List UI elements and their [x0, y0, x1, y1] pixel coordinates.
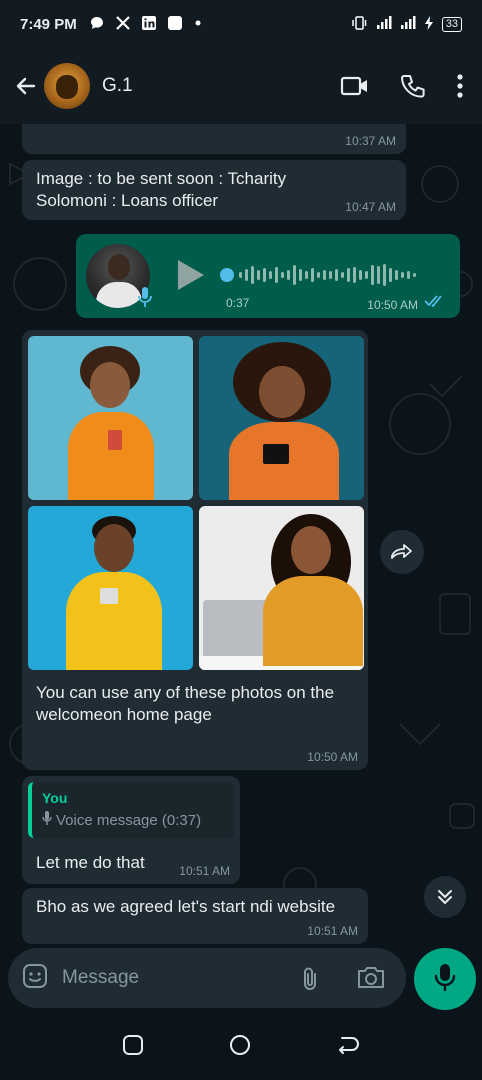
- scroll-down-icon[interactable]: [424, 876, 466, 918]
- message-text: Image : to be sent soon : Tcharity: [36, 169, 287, 188]
- message-field[interactable]: [8, 948, 406, 1008]
- message-time: 10:50 AM: [367, 298, 418, 312]
- sticker-icon[interactable]: [22, 963, 48, 994]
- x-logo-icon: [115, 15, 131, 34]
- mic-icon: [138, 286, 152, 313]
- voice-duration: 0:37: [226, 296, 250, 310]
- status-bar: 7:49 PM 33: [0, 0, 482, 48]
- more-vert-icon[interactable]: [456, 73, 464, 99]
- quote-author: You: [42, 790, 68, 806]
- system-status: 33: [350, 15, 462, 34]
- battery-level: 33: [441, 16, 462, 32]
- quoted-message[interactable]: You Voice message (0:37): [28, 782, 234, 838]
- message-input[interactable]: [62, 967, 272, 989]
- attach-icon[interactable]: [298, 966, 322, 997]
- mic-icon: [42, 810, 52, 830]
- dot-icon: [193, 15, 203, 34]
- message-bubble[interactable]: 10:37 AM: [22, 124, 406, 154]
- message-time: 10:50 AM: [307, 750, 358, 764]
- charging-icon: [424, 15, 434, 34]
- message-time: 10:47 AM: [345, 200, 396, 214]
- video-call-icon[interactable]: [340, 75, 370, 97]
- message-bubble[interactable]: Image : to be sent soon : Tcharity Solom…: [22, 160, 406, 220]
- system-nav-bar: [0, 1014, 482, 1080]
- status-time: 7:49 PM: [20, 15, 77, 33]
- photo-thumbnail[interactable]: [28, 506, 193, 670]
- photo-thumbnail[interactable]: [28, 336, 193, 500]
- forward-icon[interactable]: [380, 530, 424, 574]
- camera-icon[interactable]: [356, 964, 386, 995]
- read-receipt-icon: [424, 294, 446, 312]
- message-bubble[interactable]: Bho as we agreed let's start ndi website…: [22, 888, 368, 944]
- voice-record-button[interactable]: [414, 948, 476, 1010]
- photo-caption: You can use any of these photos on the: [36, 683, 335, 702]
- vibrate-icon: [350, 15, 368, 34]
- play-icon[interactable]: [178, 260, 204, 290]
- photo-thumbnail[interactable]: [199, 506, 364, 670]
- square-icon: [167, 15, 183, 34]
- compose-bar: [0, 948, 482, 1010]
- back-arrow-icon[interactable]: [12, 72, 40, 100]
- chat-header: G.1: [0, 48, 482, 124]
- recents-icon[interactable]: [122, 1034, 144, 1061]
- mic-icon: [434, 962, 456, 997]
- quote-text: Voice message (0:37): [56, 811, 202, 829]
- back-nav-icon[interactable]: [336, 1034, 360, 1061]
- home-icon[interactable]: [228, 1033, 252, 1062]
- message-text: Let me do that: [36, 853, 145, 872]
- contact-avatar[interactable]: [44, 63, 90, 109]
- contact-name[interactable]: G.1: [102, 75, 133, 97]
- phone-icon[interactable]: [400, 73, 426, 99]
- photo-thumbnail[interactable]: [199, 336, 364, 500]
- message-text: Solomoni : Loans officer: [36, 191, 219, 210]
- message-time: 10:37 AM: [345, 134, 396, 148]
- linkedin-icon: [141, 15, 157, 34]
- reply-message-bubble[interactable]: You Voice message (0:37) Let me do that …: [22, 776, 240, 884]
- playback-handle[interactable]: [220, 268, 234, 282]
- signal-icon: [376, 15, 392, 33]
- message-time: 10:51 AM: [307, 924, 358, 938]
- chat-area[interactable]: 10:37 AM Image : to be sent soon : Tchar…: [0, 124, 482, 948]
- message-time: 10:51 AM: [179, 864, 230, 878]
- chat-bubble-icon: [89, 15, 105, 34]
- photo-caption: welcomeon home page: [36, 705, 212, 724]
- photo-message-bubble[interactable]: You can use any of these photos on the w…: [22, 330, 368, 770]
- message-text: Bho as we agreed let's start ndi website: [36, 897, 336, 916]
- notification-icons: [89, 15, 203, 34]
- audio-waveform[interactable]: [220, 260, 440, 290]
- voice-message-bubble[interactable]: 0:37 10:50 AM: [76, 234, 460, 318]
- signal-icon: [400, 15, 416, 33]
